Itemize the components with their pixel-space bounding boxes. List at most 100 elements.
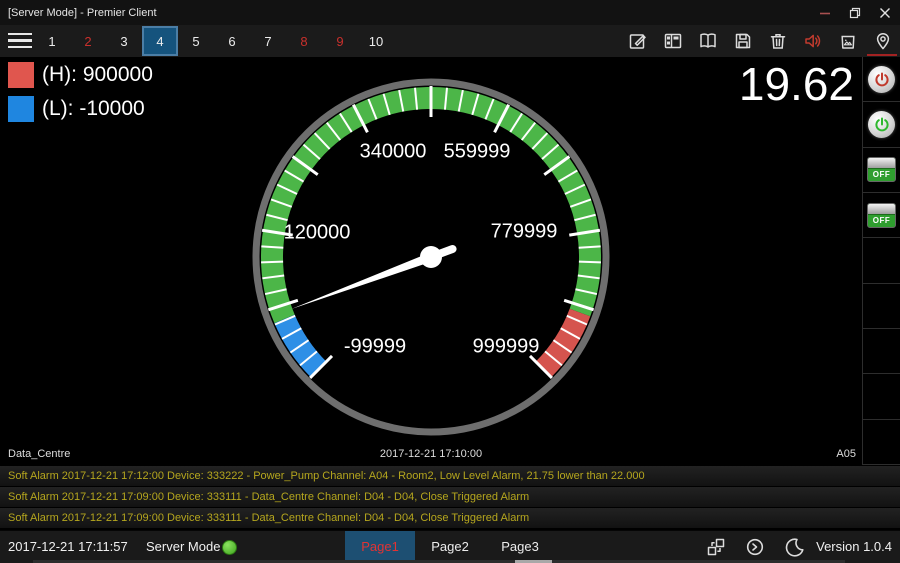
layout-button[interactable] <box>655 25 690 57</box>
page-number-tabs: 1 2 3 4 5 6 7 8 9 10 <box>34 25 394 57</box>
swap-pages-button[interactable] <box>704 535 728 559</box>
channel-id: A05 <box>836 448 856 460</box>
switch-1-label: OFF <box>868 169 895 181</box>
close-button[interactable] <box>870 0 900 25</box>
power-red-icon <box>873 70 891 88</box>
current-value-readout: 19.62 <box>739 57 854 111</box>
toggle-switch-2[interactable]: OFF <box>867 203 896 228</box>
tab-page3[interactable]: Page3 <box>485 531 555 563</box>
gauge-info-strip: Data_Centre 2017-12-21 17:10:00 A05 <box>0 448 862 464</box>
gauge-legend: (H): 900000 (L): -10000 <box>8 62 153 130</box>
tab-page2[interactable]: Page2 <box>415 531 485 563</box>
sample-timestamp: 2017-12-21 17:10:00 <box>380 448 482 460</box>
device-name: Data_Centre <box>8 448 70 460</box>
snapshot-bin-button[interactable] <box>830 25 865 57</box>
edit-icon <box>627 30 649 52</box>
layout-icon <box>662 30 684 52</box>
menu-button[interactable] <box>8 33 32 49</box>
status-icons <box>704 531 806 563</box>
gauge-hub <box>420 246 442 268</box>
gauge-needle <box>291 253 432 309</box>
moon-icon <box>783 536 805 558</box>
sync-button[interactable] <box>743 535 767 559</box>
switch-cap <box>868 158 895 169</box>
sidebar-cell-7 <box>863 329 900 374</box>
snapshot-bin-icon <box>837 30 859 52</box>
title-bar: [Server Mode] - Premier Client <box>0 0 900 25</box>
mute-button[interactable] <box>795 25 830 57</box>
night-mode-button[interactable] <box>782 535 806 559</box>
control-sidebar: OFF OFF <box>862 57 900 465</box>
switch-2-label: OFF <box>868 215 895 227</box>
minimize-icon <box>819 7 831 19</box>
toolbar-tab-8[interactable]: 8 <box>286 25 322 57</box>
restore-icon <box>849 7 861 19</box>
high-limit-swatch <box>8 62 34 88</box>
toolbar-red-accent <box>867 54 897 56</box>
toolbar-tab-10[interactable]: 10 <box>358 25 394 57</box>
toolbar-tab-9[interactable]: 9 <box>322 25 358 57</box>
hamburger-icon <box>8 33 32 35</box>
toolbar: 1 2 3 4 5 6 7 8 9 10 <box>0 25 900 57</box>
sidebar-cell-2 <box>863 102 900 147</box>
power-green-icon <box>873 115 891 133</box>
window-title: [Server Mode] - Premier Client <box>0 7 810 19</box>
toggle-switch-1[interactable]: OFF <box>867 157 896 182</box>
alarm-row[interactable]: Soft Alarm 2017-12-21 17:09:00 Device: 3… <box>0 487 900 507</box>
toolbar-tab-7[interactable]: 7 <box>250 25 286 57</box>
gauge-tick-label: 559999 <box>444 140 511 162</box>
book-icon <box>697 30 719 52</box>
sidebar-cell-9 <box>863 420 900 465</box>
save-button[interactable] <box>725 25 760 57</box>
version-label: Version 1.0.4 <box>816 531 892 563</box>
swap-pages-icon <box>705 536 727 558</box>
sync-icon <box>744 536 766 558</box>
minimize-button[interactable] <box>810 0 840 25</box>
toolbar-tab-3[interactable]: 3 <box>106 25 142 57</box>
location-icon <box>872 30 894 52</box>
toolbar-tab-5[interactable]: 5 <box>178 25 214 57</box>
app-window: [Server Mode] - Premier Client 1 2 3 4 5… <box>0 0 900 563</box>
gauge-normal-zone <box>272 98 590 319</box>
toolbar-tab-6[interactable]: 6 <box>214 25 250 57</box>
connection-status-dot <box>222 540 237 555</box>
toolbar-tab-1[interactable]: 1 <box>34 25 70 57</box>
legend-low-row: (L): -10000 <box>8 96 153 122</box>
sidebar-cell-5 <box>863 238 900 283</box>
gauge-tick-label: 340000 <box>360 140 427 162</box>
tab-page1[interactable]: Page1 <box>345 531 415 563</box>
edit-button[interactable] <box>620 25 655 57</box>
location-button[interactable] <box>865 25 900 57</box>
high-limit-label: (H): 900000 <box>42 63 153 87</box>
server-mode-label: Server Mode <box>146 531 220 563</box>
toolbar-icons <box>620 25 900 57</box>
sidebar-cell-6 <box>863 284 900 329</box>
alarm-list: Soft Alarm 2017-12-21 17:12:00 Device: 3… <box>0 466 900 529</box>
close-icon <box>879 7 891 19</box>
alarm-row[interactable]: Soft Alarm 2017-12-21 17:09:00 Device: 3… <box>0 508 900 528</box>
delete-button[interactable] <box>760 25 795 57</box>
switch-cap <box>868 204 895 215</box>
sidebar-cell-1 <box>863 57 900 102</box>
sidebar-cell-4: OFF <box>863 193 900 238</box>
toolbar-tab-4[interactable]: 4 <box>142 26 178 56</box>
gauge-tick-label: 999999 <box>473 335 540 357</box>
power-on-button[interactable] <box>868 111 895 138</box>
gauge-panel: -99999 120000 340000 559999 779999 999999 (H)… <box>0 57 862 465</box>
gauge-tick-label: 779999 <box>491 220 558 242</box>
save-icon <box>732 30 754 52</box>
trash-icon <box>767 30 789 52</box>
maximize-button[interactable] <box>840 0 870 25</box>
toolbar-tab-2[interactable]: 2 <box>70 25 106 57</box>
speaker-icon <box>802 30 824 52</box>
gauge-tick-label: 120000 <box>284 221 351 243</box>
low-limit-label: (L): -10000 <box>42 97 145 121</box>
book-button[interactable] <box>690 25 725 57</box>
legend-high-row: (H): 900000 <box>8 62 153 88</box>
sidebar-cell-8 <box>863 374 900 419</box>
gauge-tick-label: -99999 <box>344 335 406 357</box>
power-off-button[interactable] <box>868 66 895 93</box>
status-clock: 2017-12-21 17:11:57 <box>8 531 128 563</box>
page-tabs: Page1 Page2 Page3 <box>345 531 555 563</box>
alarm-row[interactable]: Soft Alarm 2017-12-21 17:12:00 Device: 3… <box>0 466 900 486</box>
